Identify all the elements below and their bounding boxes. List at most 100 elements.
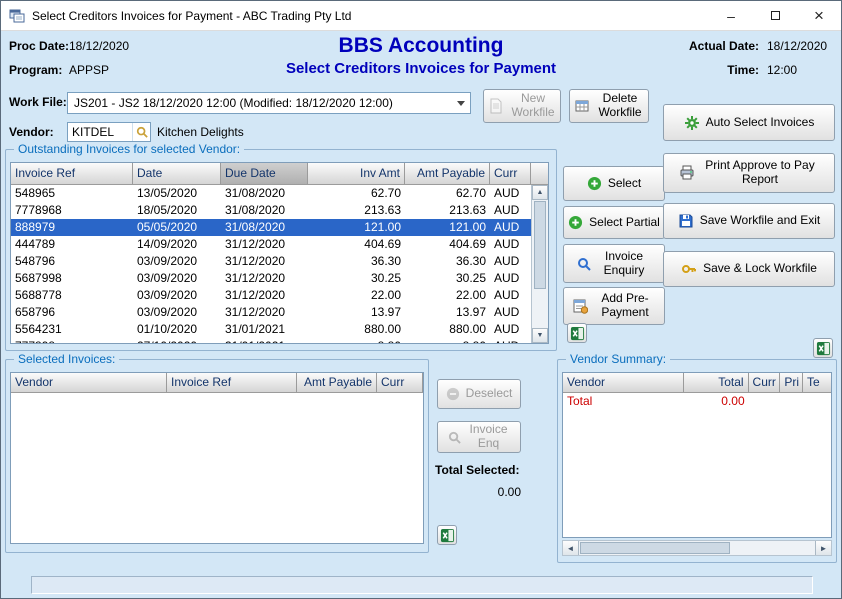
export-excel-button[interactable] bbox=[437, 525, 457, 545]
invoice-cell: AUD bbox=[490, 304, 531, 321]
plus-icon bbox=[568, 215, 583, 230]
deselect-label: Deselect bbox=[466, 387, 513, 401]
col-amt-payable[interactable]: Amt Payable bbox=[405, 163, 490, 185]
col-vendor[interactable]: Vendor bbox=[11, 373, 167, 393]
time-label: Time: bbox=[651, 63, 759, 77]
minus-icon bbox=[446, 387, 460, 401]
invoice-row[interactable]: 568877803/09/202031/12/202022.0022.00AUD bbox=[11, 287, 531, 304]
new-workfile-button[interactable]: New Workfile bbox=[483, 89, 561, 123]
invoice-enq-button[interactable]: Invoice Enq bbox=[437, 421, 521, 453]
invoice-cell: 03/09/2020 bbox=[133, 270, 221, 287]
export-excel-button[interactable] bbox=[813, 338, 833, 358]
vendor-code-field[interactable]: KITDEL bbox=[67, 122, 151, 142]
invoice-cell: 121.00 bbox=[308, 219, 405, 236]
save-icon bbox=[678, 213, 694, 229]
scroll-thumb[interactable] bbox=[580, 542, 730, 554]
col-inv-amt[interactable]: Inv Amt bbox=[308, 163, 405, 185]
invoice-cell: 31/01/2021 bbox=[221, 321, 308, 338]
scroll-thumb[interactable] bbox=[534, 201, 546, 289]
invoice-cell: 22.00 bbox=[405, 287, 490, 304]
save-exit-button[interactable]: Save Workfile and Exit bbox=[663, 203, 835, 239]
workfile-dropdown[interactable]: JS201 - JS2 18/12/2020 12:00 (Modified: … bbox=[67, 92, 471, 114]
export-excel-button[interactable] bbox=[567, 323, 587, 343]
scroll-right-icon[interactable]: ► bbox=[815, 541, 831, 555]
invoice-cell: AUD bbox=[490, 219, 531, 236]
col-curr[interactable]: Curr bbox=[377, 373, 423, 393]
scroll-down-icon[interactable]: ▼ bbox=[532, 328, 548, 343]
col-amt-payable[interactable]: Amt Payable bbox=[297, 373, 377, 393]
invoice-cell: AUD bbox=[490, 202, 531, 219]
invoice-cell: 880.00 bbox=[308, 321, 405, 338]
vendor-search-icon[interactable] bbox=[132, 123, 150, 141]
chevron-down-icon[interactable] bbox=[452, 101, 470, 106]
summary-total-row: Total 0.00 bbox=[563, 393, 831, 410]
select-button[interactable]: Select bbox=[563, 166, 665, 201]
invoice-cell: 31/12/2020 bbox=[221, 304, 308, 321]
invoice-cell: 05/05/2020 bbox=[133, 219, 221, 236]
auto-select-invoices-button[interactable]: Auto Select Invoices bbox=[663, 104, 835, 141]
selected-invoices-header: Vendor Invoice Ref Amt Payable Curr bbox=[11, 373, 423, 393]
invoice-enquiry-button[interactable]: Invoice Enquiry bbox=[563, 244, 665, 283]
maximize-button[interactable] bbox=[753, 1, 797, 30]
excel-icon bbox=[440, 528, 455, 543]
delete-workfile-button[interactable]: Delete Workfile bbox=[569, 89, 649, 123]
invoice-cell: 31/12/2020 bbox=[221, 236, 308, 253]
invoice-row[interactable]: 568799803/09/202031/12/202030.2530.25AUD bbox=[11, 270, 531, 287]
save-lock-button[interactable]: Save & Lock Workfile bbox=[663, 251, 835, 287]
invoice-cell: 5688778 bbox=[11, 287, 133, 304]
add-prepayment-button[interactable]: Add Pre-Payment bbox=[563, 287, 665, 325]
invoice-row[interactable]: 44478914/09/202031/12/2020404.69404.69AU… bbox=[11, 236, 531, 253]
col-vendor[interactable]: Vendor bbox=[563, 373, 684, 393]
invoice-cell: 03/09/2020 bbox=[133, 304, 221, 321]
save-exit-label: Save Workfile and Exit bbox=[700, 214, 821, 228]
invoice-cell: 121.00 bbox=[405, 219, 490, 236]
invoice-row[interactable]: 88897905/05/202031/08/2020121.00121.00AU… bbox=[11, 219, 531, 236]
invoice-cell: 8.80 bbox=[405, 338, 490, 343]
invoice-cell: AUD bbox=[490, 185, 531, 202]
col-te[interactable]: Te bbox=[803, 373, 831, 393]
print-approve-label: Print Approve to Pay Report bbox=[701, 159, 819, 187]
scroll-up-icon[interactable]: ▲ bbox=[532, 185, 548, 200]
invoice-cell: AUD bbox=[490, 287, 531, 304]
print-approve-button[interactable]: Print Approve to Pay Report bbox=[663, 153, 835, 193]
invoice-cell: AUD bbox=[490, 236, 531, 253]
col-due-date[interactable]: Due Date bbox=[221, 163, 308, 185]
col-curr[interactable]: Curr bbox=[749, 373, 781, 393]
invoice-cell: 5564231 bbox=[11, 321, 133, 338]
invoice-cell: 01/10/2020 bbox=[133, 321, 221, 338]
invoice-cell: AUD bbox=[490, 253, 531, 270]
col-total[interactable]: Total bbox=[684, 373, 749, 393]
summary-scrollbar[interactable]: ◄ ► bbox=[562, 540, 832, 556]
magnifier-icon bbox=[448, 431, 461, 444]
invoice-row[interactable]: 556423101/10/202031/01/2021880.00880.00A… bbox=[11, 321, 531, 338]
scroll-left-icon[interactable]: ◄ bbox=[563, 541, 579, 555]
close-button[interactable]: × bbox=[797, 1, 841, 30]
col-invoice-ref[interactable]: Invoice Ref bbox=[167, 373, 297, 393]
invoice-row[interactable]: 65879603/09/202031/12/202013.9713.97AUD bbox=[11, 304, 531, 321]
invoice-row[interactable]: 777896818/05/202031/08/2020213.63213.63A… bbox=[11, 202, 531, 219]
vendor-summary-title: Vendor Summary: bbox=[566, 352, 670, 366]
total-selected-label: Total Selected: bbox=[435, 463, 519, 477]
invoice-cell: 888979 bbox=[11, 219, 133, 236]
title-bar: Select Creditors Invoices for Payment - … bbox=[1, 1, 841, 31]
col-curr[interactable]: Curr bbox=[490, 163, 531, 185]
select-partial-button[interactable]: Select Partial bbox=[563, 206, 665, 239]
invoice-row[interactable]: 54896513/05/202031/08/202062.7062.70AUD bbox=[11, 185, 531, 202]
col-invoice-ref[interactable]: Invoice Ref bbox=[11, 163, 133, 185]
gear-icon bbox=[684, 115, 700, 131]
invoice-cell: 18/05/2020 bbox=[133, 202, 221, 219]
col-date[interactable]: Date bbox=[133, 163, 221, 185]
vendor-label: Vendor: bbox=[9, 125, 54, 139]
col-pri[interactable]: Pri bbox=[780, 373, 803, 393]
selected-invoices-body bbox=[11, 393, 423, 543]
app-window: Select Creditors Invoices for Payment - … bbox=[0, 0, 842, 599]
outstanding-scrollbar[interactable]: ▲ ▼ bbox=[531, 185, 548, 343]
actual-date-label: Actual Date: bbox=[651, 39, 759, 53]
maximize-icon bbox=[771, 11, 780, 20]
invoice-row[interactable]: 77789827/10/202031/01/20218.808.80AUD bbox=[11, 338, 531, 343]
minimize-button[interactable]: – bbox=[709, 1, 753, 30]
app-icon bbox=[9, 8, 25, 24]
new-workfile-icon bbox=[488, 98, 504, 114]
invoice-row[interactable]: 54879603/09/202031/12/202036.3036.30AUD bbox=[11, 253, 531, 270]
deselect-button[interactable]: Deselect bbox=[437, 379, 521, 409]
